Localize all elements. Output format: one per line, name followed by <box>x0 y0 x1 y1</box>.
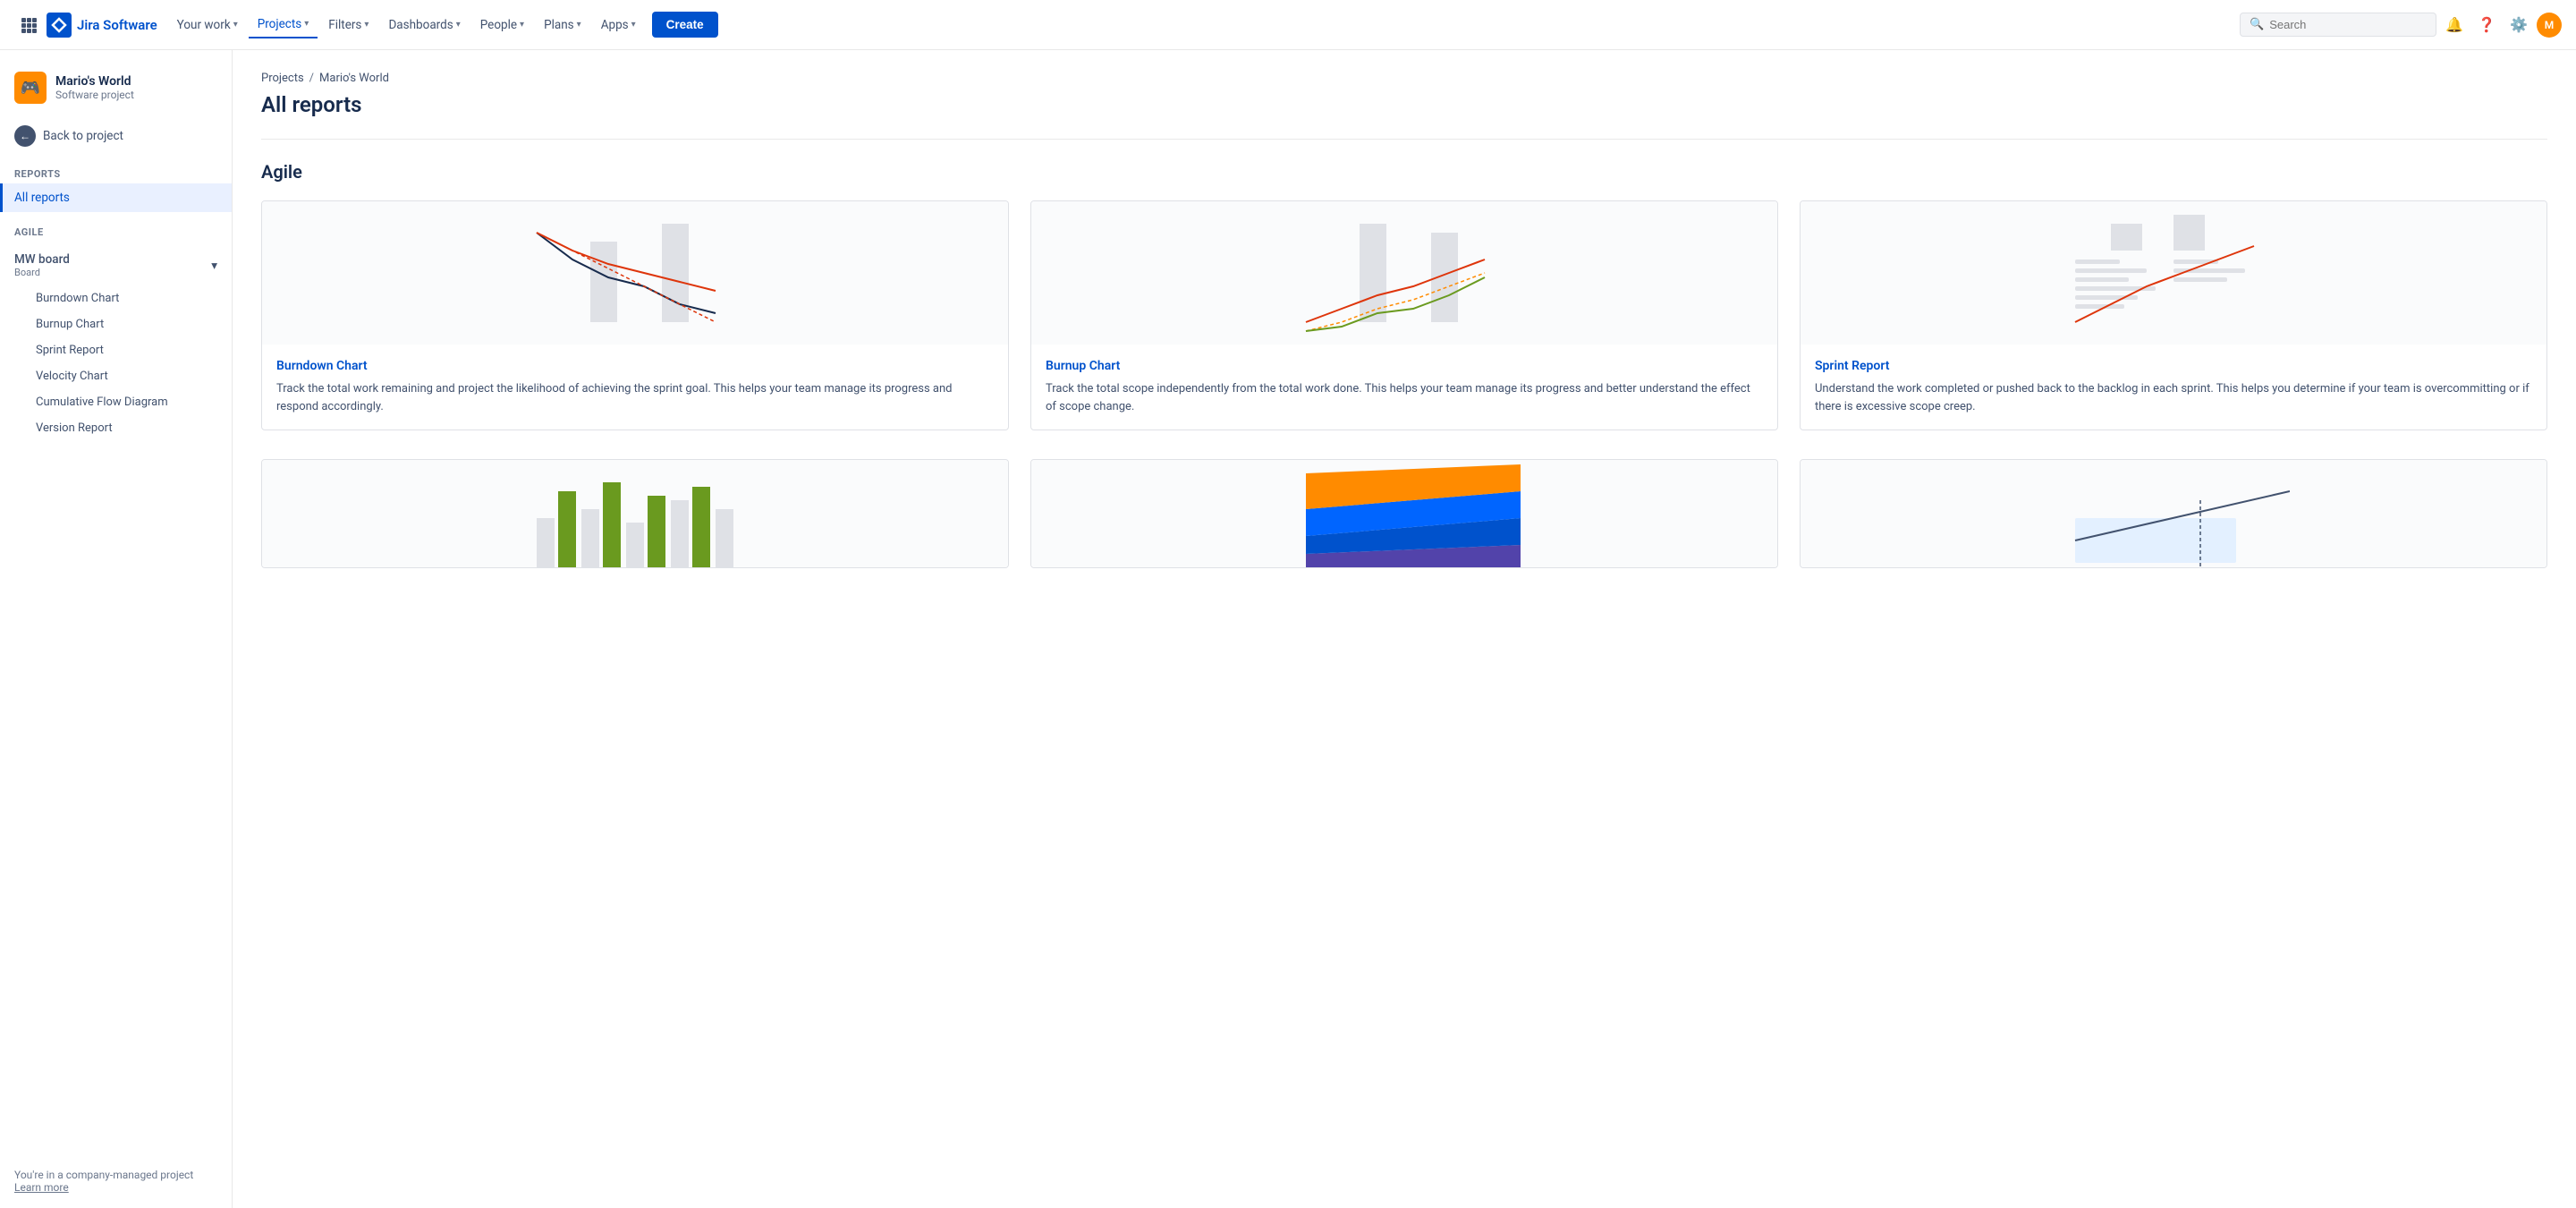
chevron-icon: ▾ <box>233 20 238 30</box>
company-managed-text: You're in a company-managed project <box>14 1169 193 1181</box>
search-icon: 🔍 <box>2250 18 2264 31</box>
chevron-down-icon: ▾ <box>211 259 217 273</box>
card-title-sprint: Sprint Report <box>1815 359 2532 373</box>
sidebar-item-sprint-report[interactable]: Sprint Report <box>29 337 217 363</box>
back-to-project-button[interactable]: ← Back to project <box>0 118 232 154</box>
breadcrumb: Projects / Mario's World <box>261 72 2547 85</box>
sidebar-item-burndown-chart[interactable]: Burndown Chart <box>29 285 217 311</box>
report-card-cumulative[interactable] <box>1030 459 1778 568</box>
agile-section-label: AGILE <box>0 212 232 242</box>
main-content: Projects / Mario's World All reports Agi… <box>233 50 2576 1208</box>
report-card-velocity[interactable] <box>261 459 1009 568</box>
section-divider <box>261 139 2547 140</box>
create-button[interactable]: Create <box>652 12 718 38</box>
board-header[interactable]: MW board Board ▾ <box>14 245 217 285</box>
back-icon: ← <box>14 125 36 147</box>
back-label: Back to project <box>43 129 123 143</box>
breadcrumb-separator: / <box>309 72 314 85</box>
chevron-icon: ▾ <box>456 20 461 30</box>
chart-preview-sprint <box>1801 201 2546 345</box>
reports-grid-second-row <box>261 459 2547 568</box>
search-box[interactable]: 🔍 <box>2240 13 2436 37</box>
project-header: 🎮 Mario's World Software project <box>0 64 232 118</box>
agile-section-title: Agile <box>261 161 2547 183</box>
board-subitems: Burndown ChartBurnup ChartSprint ReportV… <box>14 285 217 441</box>
project-name: Mario's World <box>55 74 134 89</box>
learn-more-link[interactable]: Learn more <box>14 1181 69 1194</box>
help-button[interactable]: ❓ <box>2472 11 2501 39</box>
chart-preview-burnup <box>1031 201 1777 345</box>
card-desc-burndown: Track the total work remaining and proje… <box>276 380 994 415</box>
nav-item-dashboards[interactable]: Dashboards ▾ <box>379 13 469 38</box>
reports-grid: Burndown Chart Track the total work rema… <box>261 200 2547 430</box>
board-name: MW board <box>14 252 70 267</box>
logo-text: Jira Software <box>77 17 157 33</box>
page-title: All reports <box>261 92 2547 117</box>
top-nav: Jira Software Your work ▾Projects ▾Filte… <box>0 0 2576 50</box>
nav-item-apps[interactable]: Apps ▾ <box>592 13 645 38</box>
notifications-button[interactable]: 🔔 <box>2440 11 2469 39</box>
nav-item-filters[interactable]: Filters ▾ <box>319 13 377 38</box>
nav-items: Your work ▾Projects ▾Filters ▾Dashboards… <box>168 12 645 38</box>
main-layout: 🎮 Mario's World Software project ← Back … <box>0 50 2576 1208</box>
project-type: Software project <box>55 89 134 101</box>
reports-section-label: Reports <box>0 154 232 183</box>
settings-button[interactable]: ⚙️ <box>2504 11 2533 39</box>
card-desc-burnup: Track the total scope independently from… <box>1046 380 1763 415</box>
report-card-burnup[interactable]: Burnup Chart Track the total scope indep… <box>1030 200 1778 430</box>
sidebar-footer: You're in a company-managed project Lear… <box>0 1154 232 1208</box>
grid-menu-icon[interactable] <box>14 11 43 39</box>
search-input[interactable] <box>2269 18 2427 31</box>
breadcrumb-project[interactable]: Mario's World <box>319 72 389 85</box>
all-reports-label: All reports <box>14 191 70 205</box>
chevron-icon: ▾ <box>364 20 369 30</box>
nav-item-people[interactable]: People ▾ <box>471 13 533 38</box>
sidebar: 🎮 Mario's World Software project ← Back … <box>0 50 233 1208</box>
nav-item-plans[interactable]: Plans ▾ <box>535 13 590 38</box>
nav-item-your-work[interactable]: Your work ▾ <box>168 13 247 38</box>
project-icon: 🎮 <box>14 72 47 104</box>
chart-preview-cumulative <box>1031 460 1777 567</box>
chevron-icon: ▾ <box>577 20 581 30</box>
card-desc-sprint: Understand the work completed or pushed … <box>1815 380 2532 415</box>
chevron-icon: ▾ <box>304 19 309 29</box>
sidebar-item-version-report[interactable]: Version Report <box>29 415 217 441</box>
card-title-burnup: Burnup Chart <box>1046 359 1763 373</box>
report-card-sprint[interactable]: Sprint Report Understand the work comple… <box>1800 200 2547 430</box>
report-card-version[interactable] <box>1800 459 2547 568</box>
breadcrumb-projects[interactable]: Projects <box>261 72 304 85</box>
board-type: Board <box>14 267 70 278</box>
sidebar-item-cumulative-flow-diagram[interactable]: Cumulative Flow Diagram <box>29 389 217 415</box>
card-title-burndown: Burndown Chart <box>276 359 994 373</box>
chart-preview-burndown <box>262 201 1008 345</box>
chart-preview-version <box>1801 460 2546 567</box>
user-avatar[interactable]: M <box>2537 13 2562 38</box>
chart-preview-velocity <box>262 460 1008 567</box>
report-card-burndown[interactable]: Burndown Chart Track the total work rema… <box>261 200 1009 430</box>
nav-item-projects[interactable]: Projects ▾ <box>249 12 318 38</box>
sidebar-item-burnup-chart[interactable]: Burnup Chart <box>29 311 217 337</box>
sidebar-item-all-reports[interactable]: All reports <box>0 183 232 212</box>
chevron-icon: ▾ <box>631 20 636 30</box>
chevron-icon: ▾ <box>520 20 524 30</box>
jira-logo[interactable]: Jira Software <box>47 13 157 38</box>
board-section: MW board Board ▾ Burndown ChartBurnup Ch… <box>0 242 232 445</box>
sidebar-item-velocity-chart[interactable]: Velocity Chart <box>29 363 217 389</box>
